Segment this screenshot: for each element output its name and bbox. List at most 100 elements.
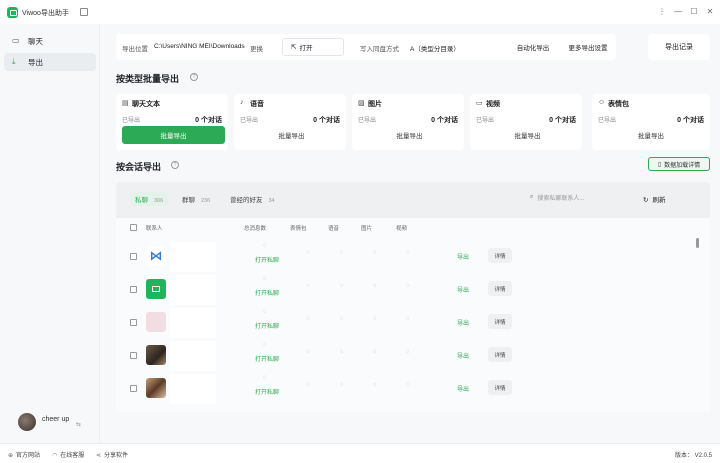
load-detail-button[interactable]: ▯ 数据加载详情	[648, 157, 710, 171]
loading-icon: ◌	[406, 250, 410, 256]
export-link[interactable]: 导出	[457, 384, 469, 393]
help-icon[interactable]: ?	[190, 73, 198, 81]
sidebar-item-chat[interactable]: ▭ 聊天	[4, 32, 96, 50]
detail-button[interactable]: 详情	[488, 248, 512, 263]
exported-label: 已导出	[240, 118, 259, 124]
batch-export-button[interactable]: 批量导出	[598, 126, 704, 144]
avatar	[146, 312, 166, 332]
row-checkbox[interactable]	[130, 352, 137, 359]
detail-button[interactable]: 详情	[488, 380, 512, 395]
type-card-chat-text: ▤ 聊天文本 已导出 0 个对话 批量导出	[116, 94, 228, 150]
row-checkbox[interactable]	[130, 253, 137, 260]
loading-icon: ◌	[340, 250, 344, 256]
scrollbar[interactable]	[696, 238, 699, 248]
open-chat-link[interactable]: 打开私聊	[255, 354, 279, 363]
refresh-icon: ↻	[643, 197, 649, 204]
table-row: ◌ 打开私聊 ◌ ◌ ◌ ◌ 导出 详情	[116, 273, 710, 306]
export-records-button[interactable]: 导出记录	[648, 34, 710, 60]
type-card-label: 语音	[250, 101, 264, 108]
row-checkbox[interactable]	[130, 385, 137, 392]
search-icon: ⌕	[530, 194, 534, 200]
tab-private[interactable]: 私聊 306	[130, 192, 169, 206]
batch-export-button[interactable]: 批量导出	[358, 126, 461, 144]
export-link[interactable]: 导出	[457, 318, 469, 327]
export-link[interactable]: 导出	[457, 285, 469, 294]
sidebar-toggle-icon[interactable]	[80, 8, 88, 16]
chat-icon: ▭	[12, 36, 20, 45]
menu-icon[interactable]: ⋮	[656, 6, 668, 18]
video-icon: ▭	[476, 100, 483, 107]
loading-icon: ◌	[263, 309, 267, 315]
loading-icon: ◌	[340, 316, 344, 322]
refresh-button[interactable]: ↻ 刷新	[643, 194, 665, 204]
avatar	[146, 378, 166, 398]
exported-count: 0 个对话	[313, 117, 340, 124]
contact-name	[170, 242, 216, 272]
tab-count: 34	[268, 198, 275, 204]
more-settings-button[interactable]: 更多导出设置	[560, 34, 616, 60]
user-name: cheer up	[42, 416, 70, 423]
close-button[interactable]: ✕	[704, 6, 716, 18]
loading-icon: ◌	[306, 382, 310, 388]
write-mode-label: 写入同盘方式	[360, 46, 399, 53]
microphone-icon: ♪	[240, 99, 244, 106]
exported-label: 已导出	[476, 118, 495, 124]
exported-label: 已导出	[358, 118, 377, 124]
minimize-button[interactable]: —	[672, 6, 684, 18]
batch-export-title: 按类型批量导出	[116, 74, 180, 84]
export-link[interactable]: 导出	[457, 351, 469, 360]
help-icon[interactable]: ?	[171, 161, 179, 169]
open-chat-link[interactable]: 打开私聊	[255, 288, 279, 297]
export-link[interactable]: 导出	[457, 252, 469, 261]
avatar[interactable]	[18, 413, 36, 431]
tab-count: 306	[154, 198, 164, 204]
contact-name	[170, 275, 216, 305]
batch-export-button[interactable]: 批量导出	[122, 126, 225, 144]
column-header-contact: 联系人	[146, 226, 163, 232]
open-folder-button[interactable]: ⇱ 打开	[282, 38, 344, 56]
table-row: ⋈ ◌ 打开私聊 ◌ ◌ ◌ ◌ 导出 详情	[116, 240, 710, 273]
open-chat-link[interactable]: 打开私聊	[255, 387, 279, 396]
exported-label: 已导出	[598, 118, 617, 124]
sidebar: ▭ 聊天 ⤓ 导出 cheer up ⇆	[0, 24, 100, 443]
open-chat-link[interactable]: 打开私聊	[255, 321, 279, 330]
column-header-image: 图片	[361, 226, 373, 232]
support-label: 在线客服	[60, 453, 85, 459]
share-link[interactable]: ⋖ 分享软件	[96, 450, 128, 459]
open-chat-link[interactable]: 打开私聊	[255, 255, 279, 264]
auto-export-button[interactable]: 自动化导出	[510, 34, 556, 60]
loading-icon: ◌	[263, 375, 267, 381]
loading-icon: ◌	[373, 349, 377, 355]
search-input[interactable]: ⌕ 搜索私聊联系人...	[524, 190, 634, 205]
loading-icon: ◌	[373, 250, 377, 256]
sidebar-item-export[interactable]: ⤓ 导出	[4, 53, 96, 71]
batch-export-button[interactable]: 批量导出	[476, 126, 579, 144]
emoji-icon: ☺	[598, 99, 606, 106]
detail-button[interactable]: 详情	[488, 347, 512, 362]
row-checkbox[interactable]	[130, 319, 137, 326]
select-all-checkbox[interactable]	[130, 224, 137, 231]
loading-icon: ◌	[373, 382, 377, 388]
row-checkbox[interactable]	[130, 286, 137, 293]
tab-group[interactable]: 群聊 236	[182, 194, 210, 204]
support-link[interactable]: ◠ 在线客服	[52, 450, 84, 459]
contact-name	[170, 341, 216, 371]
share-icon: ⋖	[96, 453, 102, 459]
chevron-icon[interactable]: ⇆	[76, 421, 81, 428]
loading-icon: ◌	[340, 382, 344, 388]
tab-former-friends[interactable]: 曾经的好友 34	[230, 194, 275, 204]
maximize-button[interactable]: ☐	[688, 6, 700, 18]
session-table: 联系人 总消息数 表情包 语音 图片 视频 ⋈ ◌ 打开私聊 ◌ ◌ ◌ ◌ 导…	[116, 218, 710, 412]
browse-button[interactable]: 更换	[250, 43, 263, 53]
session-panel: 私聊 306 群聊 236 曾经的好友 34 ⌕ 搜索私聊联系人... ↻ 刷新 联系人…	[116, 182, 710, 412]
website-link[interactable]: ⊕ 官方网站	[8, 450, 40, 459]
loading-icon: ◌	[406, 316, 410, 322]
detail-button[interactable]: 详情	[488, 281, 512, 296]
footer: ⊕ 官方网站 ◠ 在线客服 ⋖ 分享软件 版本： V2.0.5	[0, 443, 720, 463]
table-row: ◌ 打开私聊 ◌ ◌ ◌ ◌ 导出 详情	[116, 306, 710, 339]
contact-name	[170, 308, 216, 338]
batch-export-button[interactable]: 批量导出	[240, 126, 343, 144]
detail-button[interactable]: 详情	[488, 314, 512, 329]
avatar	[146, 279, 166, 299]
write-mode-select[interactable]: A（类型分目录）	[410, 43, 460, 53]
